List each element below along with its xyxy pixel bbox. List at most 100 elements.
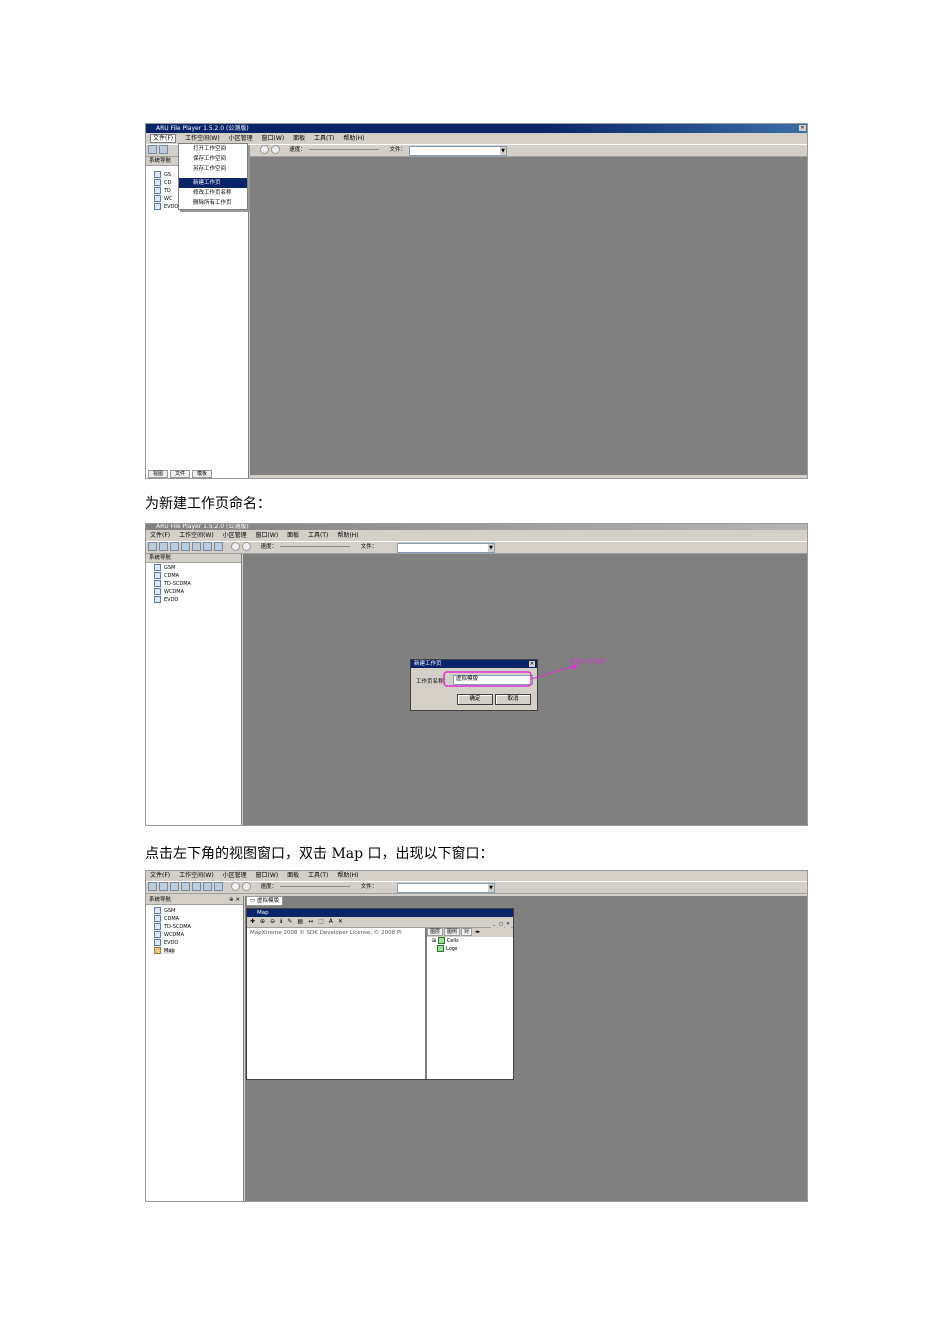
network-icon <box>154 915 161 922</box>
tree-item[interactable]: CD <box>154 179 178 187</box>
close-icon[interactable]: ✕ <box>799 125 806 131</box>
save-icon[interactable] <box>159 882 168 891</box>
work-tab[interactable]: ▭ 虚拟模版 <box>246 896 283 906</box>
play-icon[interactable] <box>230 882 240 891</box>
tab-other[interactable]: 对 <box>461 928 473 936</box>
text-icon[interactable]: A <box>329 918 333 925</box>
tree-item[interactable]: GSM <box>154 907 191 915</box>
menu-workspace[interactable]: 工作空间(W) <box>179 872 214 879</box>
window-icon[interactable] <box>203 882 212 891</box>
chevron-right-icon[interactable]: ◂▸ <box>473 929 482 935</box>
grid-icon[interactable] <box>192 882 201 891</box>
window-title: ARU File Player 1.5.2.0 (公测版) <box>146 124 807 133</box>
menu-window[interactable]: 窗口(W) <box>262 135 285 142</box>
network-icon <box>154 923 161 930</box>
tree-item[interactable]: WC <box>154 195 178 203</box>
menu-cell-manage[interactable]: 小区管理 <box>229 135 253 142</box>
chevron-down-icon[interactable]: ▼ <box>488 884 494 892</box>
network-icon <box>154 931 161 938</box>
menu-item-rename-page[interactable]: 修改工作页名称 <box>179 188 247 198</box>
open-icon[interactable] <box>148 882 157 891</box>
play-icon[interactable] <box>259 145 269 154</box>
tree-item-map[interactable]: Map <box>154 947 191 955</box>
stop-icon[interactable] <box>241 882 251 891</box>
system-tree: GS CD TD WC EVDO <box>154 171 178 211</box>
menu-item-delete-pages[interactable]: 删除所有工作页 <box>179 198 247 208</box>
tab-layers[interactable]: 图层 <box>427 928 444 936</box>
tab-file[interactable]: 文件 <box>170 470 191 478</box>
tab-template[interactable]: 模板 <box>192 470 213 478</box>
tab-view[interactable]: 视图 <box>148 470 169 478</box>
pin-close-icon[interactable]: ⊕ ✕ <box>229 896 240 904</box>
map-window: Map _ □ ✕ ✚ ⊕ ⊖ ℹ ✎ ▤ ↔ ⬚ A ✕ MapXtreme 2008 © SDK … <box>246 908 514 1080</box>
tree-item[interactable]: EVDO <box>154 203 178 211</box>
checkbox-icon[interactable] <box>437 945 444 952</box>
save-icon[interactable] <box>159 145 168 154</box>
menu-item-save-workspace[interactable]: 保存工作空间 <box>179 154 247 164</box>
menu-bar: 文件(F) 工作空间(W) 小区管理 窗口(W) 面板 工具(T) 帮助(H) <box>146 134 807 143</box>
layer-panel: 图层 图例对 ◂▸ ⊞ Cells Logs <box>425 928 513 1079</box>
info-icon[interactable]: ℹ <box>280 918 282 925</box>
file-combo[interactable]: ▼ <box>409 146 507 156</box>
delete-icon[interactable]: ✕ <box>338 918 343 925</box>
speed-label: 速度： <box>260 884 278 890</box>
map-toolbar: ✚ ⊕ ⊖ ℹ ✎ ▤ ↔ ⬚ A ✕ <box>247 917 513 928</box>
window-buttons: _ □ ✕ <box>490 910 511 929</box>
tree-item[interactable]: TD <box>154 187 178 195</box>
pencil-icon[interactable]: ✎ <box>287 918 292 925</box>
menu-workspace[interactable]: 工作空间(W) <box>185 135 220 142</box>
layer-item[interactable]: ⊞ Cells <box>427 937 513 945</box>
zoom-out-icon[interactable]: ⊖ <box>270 918 275 925</box>
ruler-icon[interactable]: ↔ <box>308 918 313 925</box>
file-label: 文件： <box>389 147 407 153</box>
layer-item[interactable]: Logs <box>427 945 513 953</box>
menu-item-new-page[interactable]: 新建工作页 <box>179 178 247 188</box>
tree-item[interactable]: TD-SCDMA <box>154 923 191 931</box>
menu-file[interactable]: 文件(F) <box>150 872 170 879</box>
menu-bar: 文件(F) 工作空间(W) 小区管理 窗口(W) 面板 工具(T) 帮助(H) <box>146 871 807 880</box>
menu-help[interactable]: 帮助(H) <box>343 135 364 142</box>
menu-panel[interactable]: 面板 <box>293 135 305 142</box>
menu-panel[interactable]: 面板 <box>287 872 299 879</box>
menu-item-open-workspace[interactable]: 打开工作空间 <box>179 144 247 154</box>
network-icon <box>154 171 161 178</box>
speed-slider[interactable] <box>308 149 379 150</box>
menu-tools[interactable]: 工具(T) <box>314 135 334 142</box>
menu-help[interactable]: 帮助(H) <box>337 872 358 879</box>
menu-tools[interactable]: 工具(T) <box>308 872 328 879</box>
layout-icon[interactable] <box>181 882 190 891</box>
page-icon: ▭ <box>250 898 257 904</box>
file-combo[interactable]: ▼ <box>397 883 495 893</box>
menu-file[interactable]: 文件(F) <box>150 134 177 143</box>
menu-item-save-as-workspace[interactable]: 另存工作空间 <box>179 164 247 174</box>
checkbox-icon[interactable] <box>437 937 445 944</box>
layer-tabs: 图层 图例对 ◂▸ <box>427 928 513 937</box>
tree-item[interactable]: GS <box>154 171 178 179</box>
select-icon[interactable]: ⬚ <box>318 918 324 925</box>
tree-item[interactable]: WCDMA <box>154 931 191 939</box>
work-area <box>250 157 807 475</box>
tree-item[interactable]: CDMA <box>154 915 191 923</box>
layer-icon[interactable]: ▤ <box>297 918 303 925</box>
menu-cell-manage[interactable]: 小区管理 <box>223 872 247 879</box>
arrow-head <box>571 665 578 670</box>
speed-label: 速度： <box>289 147 306 153</box>
pan-icon[interactable]: ✚ <box>250 918 255 925</box>
caption-2: 点击左下角的视图窗口，双击 Map 口，出现以下窗口： <box>145 846 494 862</box>
menu-window[interactable]: 窗口(W) <box>256 872 279 879</box>
open-icon[interactable] <box>148 145 157 154</box>
tree-item[interactable]: EVDO <box>154 939 191 947</box>
annotation-highlight <box>443 664 579 687</box>
caption-1: 为新建工作页命名： <box>145 496 271 512</box>
speed-slider[interactable] <box>280 886 351 887</box>
network-icon <box>154 939 161 946</box>
tools-icon[interactable] <box>214 882 223 891</box>
stop-icon[interactable] <box>270 145 280 154</box>
zoom-in-icon[interactable]: ⊕ <box>260 918 265 925</box>
annotation-label: 新建工作页名称 <box>570 659 606 665</box>
pane-title: 系统导航 ⊕ ✕ <box>146 896 243 905</box>
chevron-down-icon[interactable]: ▼ <box>500 147 506 155</box>
tab-legend[interactable]: 图例 <box>444 928 461 936</box>
folder-icon[interactable] <box>170 882 179 891</box>
network-icon <box>154 195 161 202</box>
